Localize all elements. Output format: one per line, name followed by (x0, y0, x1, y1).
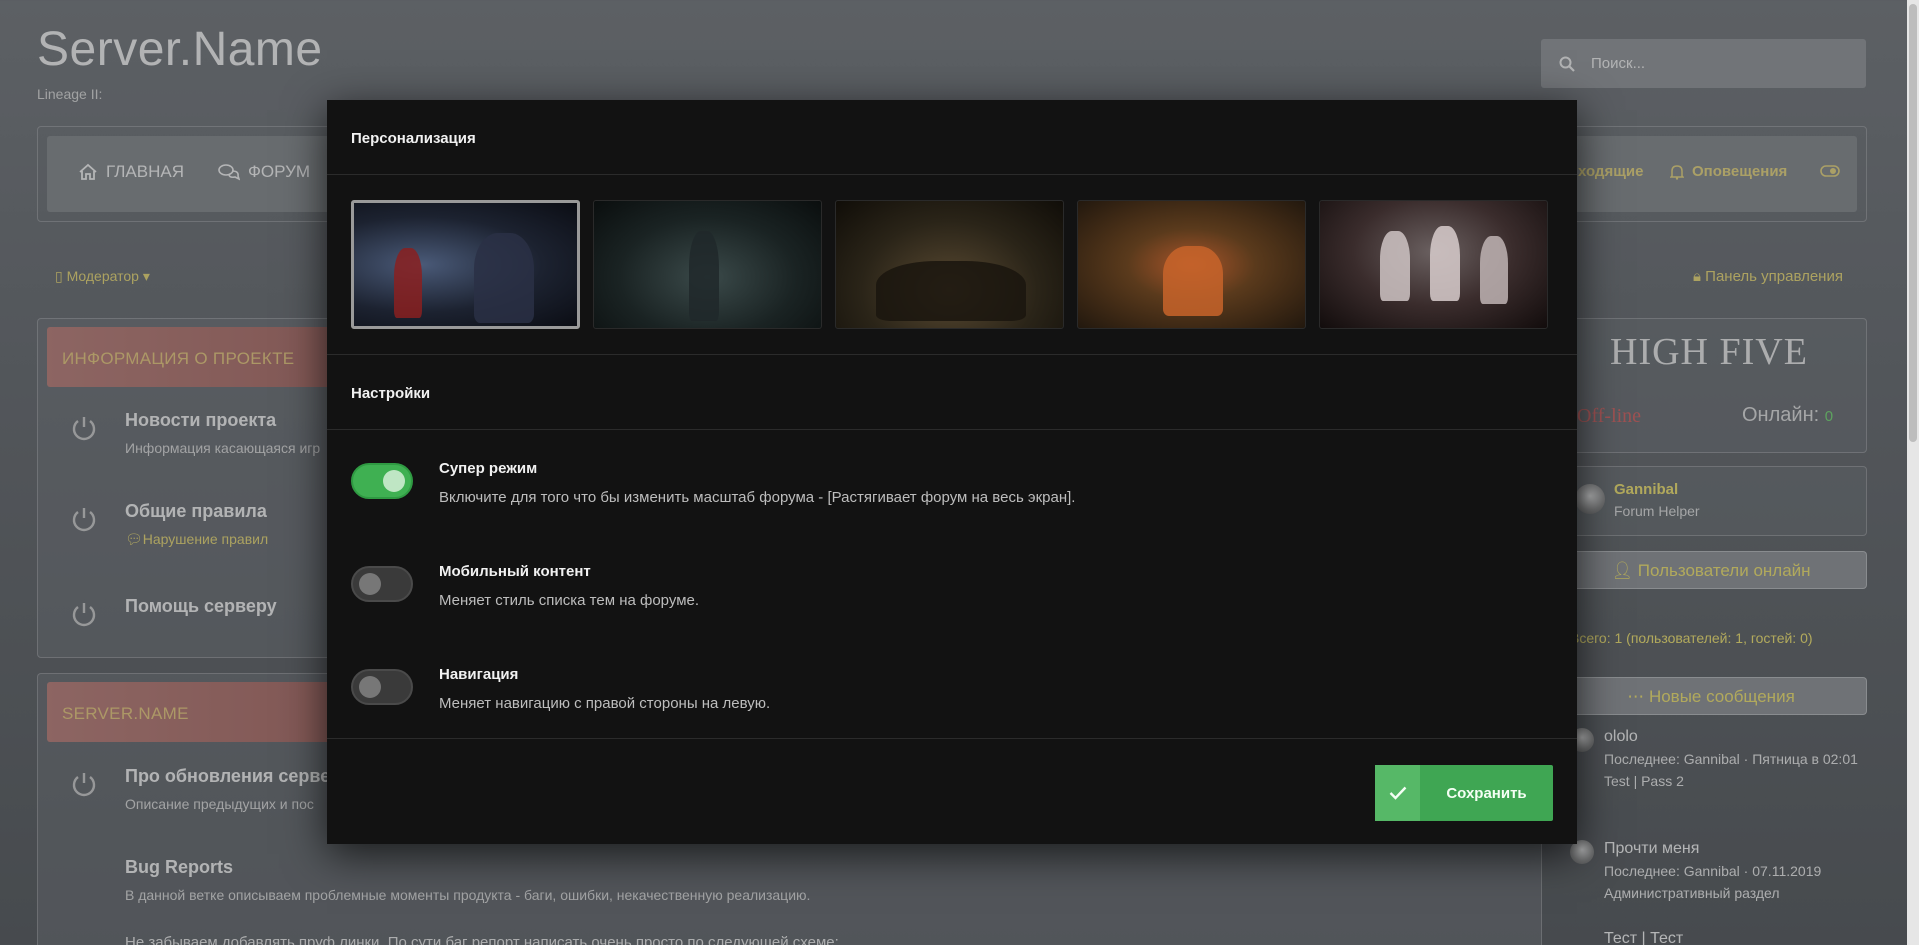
divider (327, 429, 1577, 430)
divider (327, 738, 1577, 739)
theme-figure (876, 261, 1026, 321)
navigation-toggle[interactable] (351, 669, 413, 705)
theme-figure (474, 233, 534, 323)
mobile-content-toggle[interactable] (351, 566, 413, 602)
option-title: Мобильный контент (439, 563, 591, 580)
option-title: Супер режим (439, 460, 538, 477)
theme-figure (1163, 246, 1223, 316)
option-title: Навигация (439, 666, 519, 683)
theme-thumb-5[interactable] (1319, 200, 1548, 329)
theme-figure (394, 248, 422, 318)
settings-title: Настройки (351, 385, 431, 402)
option-desc: Меняет навигацию с правой стороны на лев… (439, 695, 771, 712)
toggle-knob (359, 676, 381, 698)
toggle-knob (383, 470, 405, 492)
divider (327, 174, 1577, 175)
theme-thumb-4[interactable] (1077, 200, 1306, 329)
page-scrollbar[interactable] (1907, 0, 1919, 945)
theme-thumb-2[interactable] (593, 200, 822, 329)
save-button[interactable]: Сохранить (1375, 765, 1553, 821)
super-mode-toggle[interactable] (351, 463, 413, 499)
toggle-knob (359, 573, 381, 595)
divider (327, 354, 1577, 355)
personalization-modal: Персонализация Настройки Супер режим Вкл… (327, 100, 1577, 844)
theme-thumb-3[interactable] (835, 200, 1064, 329)
option-desc: Меняет стиль списка тем на форуме. (439, 592, 700, 609)
theme-figure (1480, 236, 1508, 304)
save-label: Сохранить (1446, 784, 1527, 802)
option-desc: Включите для того что бы изменить масшта… (439, 489, 1076, 506)
theme-thumb-1[interactable] (351, 200, 580, 329)
theme-figure (689, 231, 719, 321)
personalization-title: Персонализация (351, 130, 476, 147)
scrollbar-thumb[interactable] (1909, 4, 1917, 442)
theme-figure (1430, 226, 1460, 301)
theme-figure (1380, 231, 1410, 301)
check-icon (1375, 765, 1420, 821)
